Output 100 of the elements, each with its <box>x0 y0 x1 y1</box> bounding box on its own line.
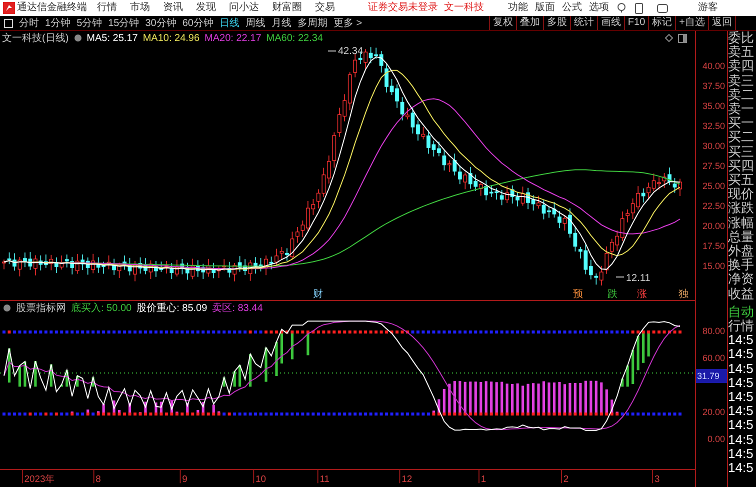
date-label: 1 <box>478 470 486 484</box>
sell-zone-bar <box>537 384 540 414</box>
price-tick: 17.50 <box>701 240 726 253</box>
event-marker[interactable]: 涨 <box>636 289 647 300</box>
tool-button[interactable]: F10 <box>624 16 648 30</box>
menu-item[interactable]: 财富圈 <box>272 2 302 14</box>
quote-label: 涨幅 <box>728 216 755 230</box>
quote-label: 买二 <box>728 130 755 145</box>
quote-label: 净资 <box>728 272 755 287</box>
indicator-value: 股价重心: 85.09 <box>136 302 208 316</box>
price-tick: 40.00 <box>701 60 726 73</box>
app-title: 通达信金融终端 <box>17 2 87 14</box>
quote-label: 卖二 <box>728 88 755 102</box>
menu-item[interactable]: 功能 <box>508 2 528 14</box>
tool-button[interactable]: 多股 <box>542 16 570 30</box>
quote-label: 换手 <box>728 258 755 272</box>
period-tab[interactable]: 15分钟 <box>108 16 140 30</box>
buy-signal-bar <box>8 348 11 383</box>
tool-button[interactable]: 统计 <box>570 16 597 30</box>
buy-signal-bar <box>24 361 26 387</box>
sell-zone-bar <box>574 382 576 414</box>
trade-time: 14:5 <box>728 347 754 362</box>
quote-label: 买五 <box>728 173 755 188</box>
period-tab[interactable]: 1分钟 <box>45 16 71 30</box>
event-marker[interactable]: 独 <box>678 289 689 300</box>
period-tab[interactable]: 5分钟 <box>76 16 102 30</box>
period-tab[interactable]: 月线 <box>272 16 292 30</box>
sell-zone-bar <box>506 384 508 414</box>
indicator-tick: 20.00 <box>701 406 726 419</box>
panel-toggle-icon[interactable] <box>4 18 13 28</box>
period-tab[interactable]: 多周期 <box>298 16 328 30</box>
message-icon[interactable] <box>657 4 668 12</box>
menu-item[interactable]: 发现 <box>196 2 216 14</box>
date-label: 2023年 <box>22 470 54 484</box>
price-tick: 30.00 <box>701 140 726 153</box>
buy-signal-bar <box>50 364 52 387</box>
quote-label: 买四 <box>728 158 755 174</box>
login-notice[interactable]: 证券交易未登录 <box>368 2 438 14</box>
period-tab[interactable]: 周线 <box>246 16 266 30</box>
buy-signal-bar <box>626 365 629 387</box>
period-tab[interactable]: 分时 <box>19 16 39 30</box>
phone-icon[interactable] <box>635 2 643 14</box>
quote-label: 卖一 <box>728 102 755 116</box>
buy-signal-bar <box>290 332 294 360</box>
sell-zone-bar <box>458 381 462 414</box>
sell-zone-bar <box>552 382 556 414</box>
price-tick: 15.00 <box>701 260 726 273</box>
panel-icon[interactable] <box>678 34 687 42</box>
sell-zone-bar <box>511 384 514 414</box>
date-label: 9 <box>180 470 188 484</box>
buy-signal-bar <box>233 371 236 387</box>
menu-item[interactable]: 行情 <box>97 2 117 14</box>
tool-button[interactable]: 画线 <box>596 16 624 30</box>
period-tab[interactable]: 更多 > <box>334 16 362 30</box>
sell-zone-bar <box>542 381 546 414</box>
period-tab[interactable]: 30分钟 <box>145 16 176 30</box>
buy-signal-bar <box>636 336 640 370</box>
buy-signal-bar <box>66 370 68 387</box>
menu-item[interactable]: 市场 <box>130 2 150 14</box>
period-tab[interactable]: 60分钟 <box>182 16 214 30</box>
quote-label: 外盘 <box>728 244 755 258</box>
event-marker[interactable]: 跌 <box>608 289 618 300</box>
date-label: 10 <box>253 470 266 484</box>
user-name[interactable]: 游客 <box>698 2 718 14</box>
price-tick: 37.50 <box>701 80 726 93</box>
tool-button[interactable]: 叠加 <box>516 16 543 30</box>
tool-button[interactable]: 标记 <box>648 16 676 30</box>
buy-signal-bar <box>632 350 634 384</box>
buy-signal-bar <box>238 365 242 387</box>
menu-item[interactable]: 交易 <box>315 2 335 14</box>
sell-zone-bar <box>484 381 488 414</box>
event-marker[interactable]: 财 <box>313 289 324 300</box>
tool-button[interactable]: +自选 <box>675 16 708 30</box>
buy-signal-bar <box>76 376 79 387</box>
tool-button[interactable]: 返回 <box>708 16 735 30</box>
price-tick: 35.00 <box>701 100 726 113</box>
auto-label[interactable]: 自动 <box>728 304 756 320</box>
quote-label: 卖四 <box>728 59 755 74</box>
menu-item[interactable]: 问小达 <box>229 2 259 14</box>
sell-zone-bar <box>448 384 451 414</box>
ma-value: MA10: 24.96 <box>142 32 200 46</box>
menu-item[interactable]: 版面 <box>535 2 555 14</box>
price-tick: 27.50 <box>701 160 726 173</box>
indicator-value: 底买入: 50.00 <box>71 302 132 316</box>
tool-button[interactable]: 复权 <box>488 16 516 30</box>
buy-signal-bar <box>222 377 226 387</box>
date-label: 11 <box>317 470 330 484</box>
high-price-label: 42.34 <box>338 46 364 57</box>
period-tab[interactable]: 日线 <box>220 16 240 30</box>
sell-zone-bar <box>584 380 587 414</box>
menu-item[interactable]: 公式 <box>562 2 582 14</box>
menu-item[interactable]: 资讯 <box>163 2 183 14</box>
stock-name: 文一科技 <box>444 2 484 14</box>
sell-zone-bar <box>605 389 608 414</box>
event-marker[interactable]: 预 <box>572 289 583 300</box>
buy-signal-bar <box>647 332 650 356</box>
diamond-icon[interactable] <box>665 34 673 42</box>
leader-line <box>328 50 336 52</box>
menu-item[interactable]: 选项 <box>589 2 609 14</box>
quotes-label[interactable]: 行情 <box>728 319 756 334</box>
